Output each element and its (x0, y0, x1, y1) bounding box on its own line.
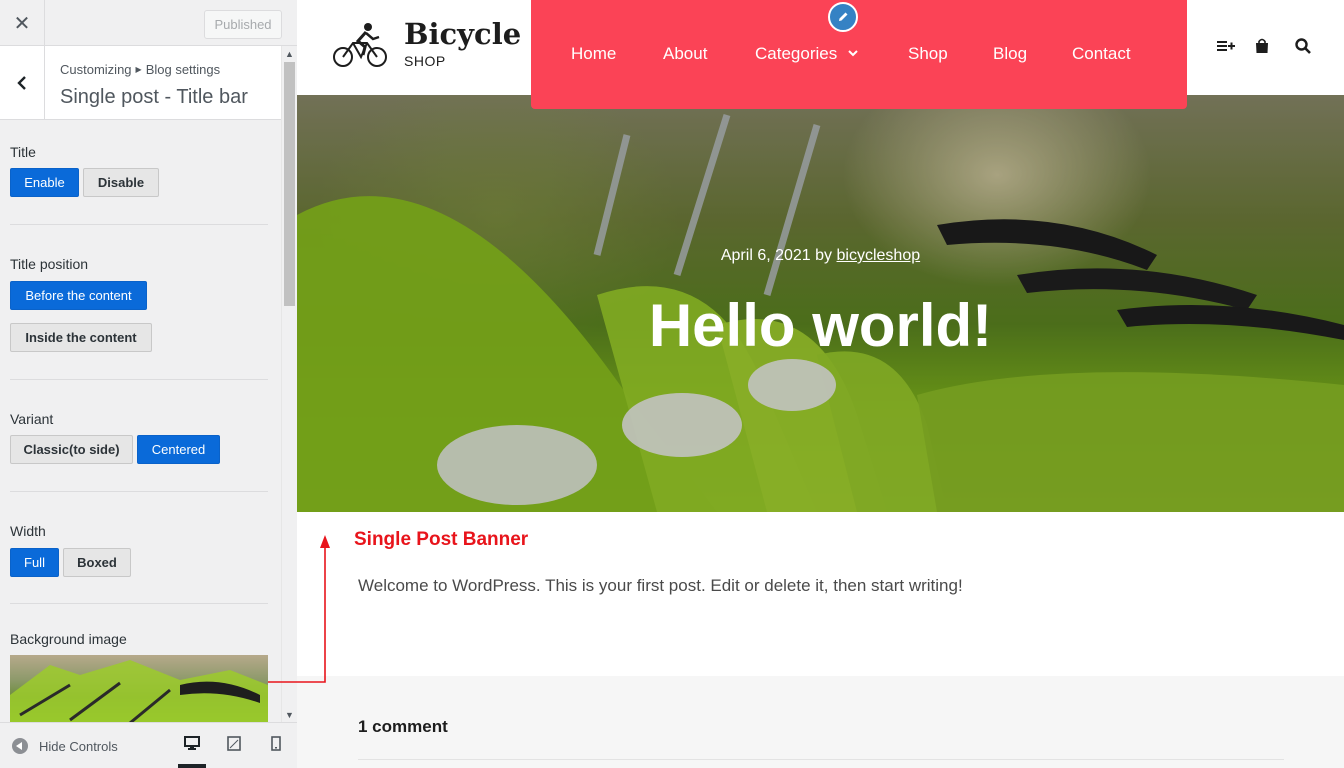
bicycles-thumbnail-image (10, 660, 268, 723)
scrollbar-thumb[interactable] (284, 62, 295, 306)
breadcrumb-separator-icon: ▶ (135, 65, 142, 74)
tablet-icon (227, 736, 241, 751)
close-customizer-button[interactable]: ✕ (0, 0, 45, 46)
annotation-label: Single Post Banner (354, 529, 529, 550)
publish-button[interactable]: Published (204, 10, 282, 39)
position-inside-content-button[interactable]: Inside the content (10, 323, 152, 352)
nav-item-home[interactable]: Home (571, 44, 616, 64)
position-before-content-button[interactable]: Before the content (10, 281, 147, 310)
nav-item-categories[interactable]: Categories (755, 44, 858, 64)
divider (10, 224, 268, 225)
width-boxed-button[interactable]: Boxed (63, 548, 131, 577)
controls-panel: Title Enable Disable Title position Befo… (0, 121, 281, 723)
sidebar-scrollbar[interactable]: ▲ ▼ (281, 46, 297, 722)
title-enable-button[interactable]: Enable (10, 168, 79, 197)
chevron-left-icon (17, 75, 26, 90)
main-navigation: Home About Categories Shop Blog Contact (531, 0, 1187, 109)
device-tablet-button[interactable] (220, 736, 248, 768)
site-logo[interactable]: Bicycle SHOP (331, 20, 521, 69)
divider (10, 603, 268, 604)
post-content: Welcome to WordPress. This is your first… (358, 576, 963, 595)
title-position-label: Title position (10, 256, 89, 272)
breadcrumb-item: Blog settings (145, 62, 221, 77)
menu-plus-button[interactable] (1216, 36, 1236, 56)
variant-label: Variant (10, 411, 54, 427)
divider (10, 491, 268, 492)
post-title: Hello world! (648, 292, 993, 359)
customizer-footer: Hide Controls (0, 722, 297, 768)
nav-item-categories-label: Categories (755, 44, 838, 63)
section-title: Single post - Title bar (60, 86, 248, 108)
menu-plus-icon (1217, 41, 1235, 51)
customizer-sidebar: ✕ Published Customizing ▶ Blog settings Si… (0, 0, 297, 768)
variant-centered-button[interactable]: Centered (137, 435, 220, 464)
back-button[interactable] (0, 46, 45, 119)
post-author-link[interactable]: bicycleshop (837, 247, 921, 264)
customizer-topbar: ✕ Published (0, 0, 297, 46)
device-mobile-button[interactable] (262, 736, 290, 768)
edit-shortcut-button[interactable] (828, 2, 858, 32)
divider (10, 379, 268, 380)
scroll-down-icon[interactable]: ▼ (285, 710, 294, 720)
nav-item-about[interactable]: About (663, 44, 707, 64)
mobile-icon (271, 736, 281, 751)
breadcrumb: Customizing ▶ Blog settings (60, 62, 220, 77)
comments-section: 1 comment (297, 676, 1344, 768)
close-icon: ✕ (13, 12, 31, 35)
post-by: by (815, 247, 833, 264)
nav-item-shop[interactable]: Shop (908, 44, 948, 64)
search-button[interactable] (1293, 36, 1313, 56)
cart-button[interactable] (1252, 36, 1272, 56)
scroll-up-icon[interactable]: ▲ (285, 49, 294, 59)
single-post-banner: April 6, 2021 by bicycleshop Hello world… (297, 95, 1344, 512)
post-meta: April 6, 2021 by bicycleshop (297, 247, 1344, 265)
post-date[interactable]: April 6, 2021 (721, 247, 811, 264)
site-tagline: SHOP (404, 53, 446, 69)
desktop-icon (184, 736, 200, 750)
chevron-down-icon (848, 50, 858, 57)
section-header: Customizing ▶ Blog settings Single post - … (0, 46, 281, 120)
width-label: Width (10, 523, 46, 539)
divider (358, 759, 1284, 760)
nav-item-blog[interactable]: Blog (993, 44, 1027, 64)
hide-controls-label: Hide Controls (39, 738, 118, 754)
bag-icon (1256, 38, 1268, 53)
collapse-icon (12, 738, 28, 754)
variant-classic-button[interactable]: Classic(to side) (10, 435, 133, 464)
device-desktop-button[interactable] (178, 736, 206, 768)
hide-controls-button[interactable]: Hide Controls (12, 738, 118, 754)
site-preview: Bicycle SHOP Home About Categories Shop … (297, 0, 1344, 768)
title-disable-button[interactable]: Disable (83, 168, 159, 197)
title-control-label: Title (10, 144, 36, 160)
background-image-label: Background image (10, 631, 127, 647)
site-title: Bicycle (404, 17, 522, 51)
comments-title: 1 comment (358, 717, 448, 736)
nav-item-contact[interactable]: Contact (1072, 44, 1131, 64)
pencil-icon (839, 12, 848, 21)
width-full-button[interactable]: Full (10, 548, 59, 577)
bicycle-rider-icon (333, 22, 387, 67)
search-icon (1295, 38, 1311, 54)
background-image-thumbnail[interactable] (10, 655, 268, 723)
breadcrumb-item: Customizing (60, 62, 132, 77)
site-header: Bicycle SHOP Home About Categories Shop … (297, 0, 1344, 109)
